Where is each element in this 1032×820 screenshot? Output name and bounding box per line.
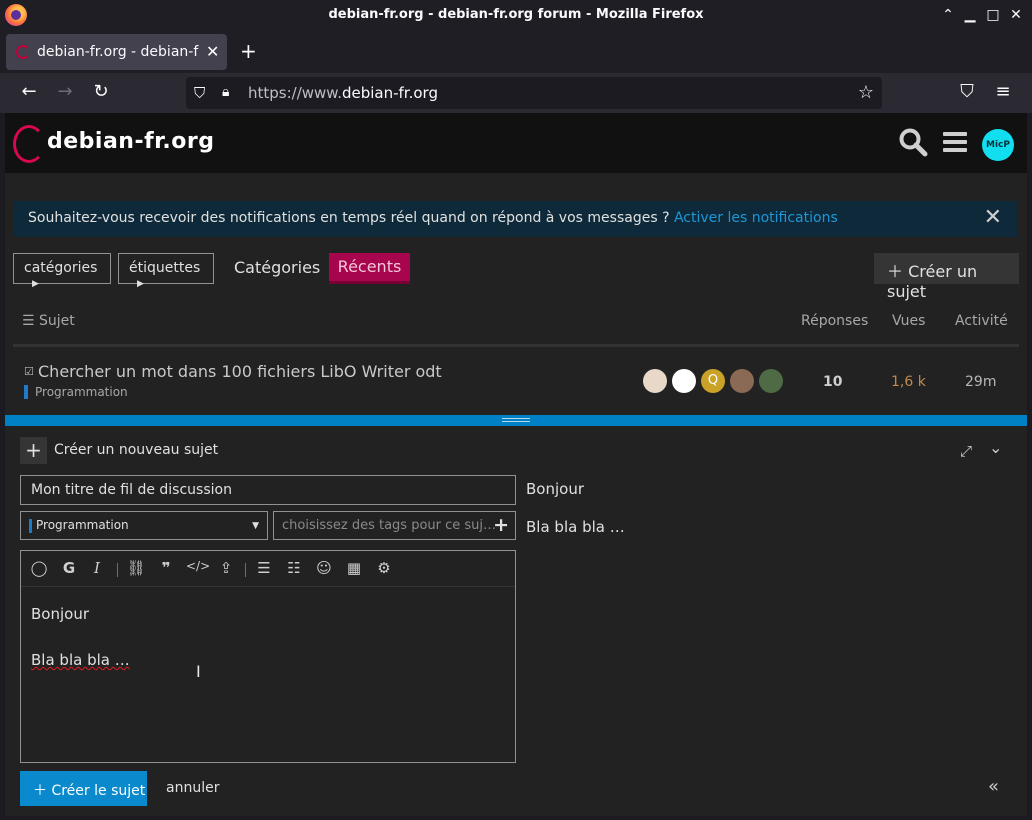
preview-line: Bla bla bla … xyxy=(526,518,625,536)
emoji-icon[interactable]: ☺ xyxy=(314,559,334,577)
browser-tab-active[interactable]: debian-fr.org - debian-fr.org forum ✕ xyxy=(6,34,227,70)
cancel-link[interactable]: annuler xyxy=(166,780,219,796)
browser-navbar: ← → ↻ ⛉ 🔒︎ https://www.debian-fr.org ☆ ⛉… xyxy=(0,73,1032,113)
topic-title-input[interactable]: Mon titre de fil de discussion xyxy=(20,475,516,505)
editor-body-line: Bonjour xyxy=(31,605,89,623)
site-logo[interactable]: debian-fr.org xyxy=(47,129,214,154)
column-header-views[interactable]: Vues xyxy=(892,313,925,329)
avatar[interactable] xyxy=(643,369,667,393)
close-icon[interactable]: ✕ xyxy=(984,205,1002,230)
url-bar[interactable]: ⛉ 🔒︎ https://www.debian-fr.org ☆ xyxy=(186,77,882,109)
chevron-down-icon[interactable]: ⌄ xyxy=(989,438,1002,457)
notification-banner: Souhaitez-vous recevoir des notification… xyxy=(13,201,1018,237)
column-header-subject[interactable]: ☰ Sujet xyxy=(22,313,75,329)
editor-body-line: Bla bla bla … xyxy=(31,651,130,669)
avatar[interactable]: Q xyxy=(701,369,725,393)
window-minimize-button[interactable]: ▁ xyxy=(961,6,979,24)
url-text[interactable]: https://www.debian-fr.org xyxy=(248,84,438,102)
topic-category-badge[interactable]: Programmation xyxy=(24,385,128,399)
tab-label: debian-fr.org - debian-fr.org forum xyxy=(37,44,199,60)
code-icon[interactable]: </> xyxy=(186,559,210,573)
plus-icon[interactable]: + xyxy=(493,514,509,536)
site-menu-icon[interactable] xyxy=(943,132,967,152)
user-avatar[interactable]: MicP xyxy=(982,129,1014,161)
avatar[interactable] xyxy=(759,369,783,393)
double-chevron-left-icon[interactable]: « xyxy=(988,776,999,797)
caret-right-icon: ▶ xyxy=(32,279,39,289)
bookmark-star-icon[interactable]: ☆ xyxy=(858,82,874,103)
plus-icon[interactable]: + xyxy=(20,437,47,464)
blockquote-icon[interactable]: ❞ xyxy=(156,559,176,577)
table-divider xyxy=(13,344,1019,347)
pocket-icon[interactable]: ⛉ xyxy=(955,81,979,102)
plus-icon: ＋ xyxy=(887,262,904,281)
tags-input[interactable]: choisissez des tags pour ce suj… + xyxy=(273,511,516,540)
column-header-activity[interactable]: Activité xyxy=(955,313,1008,329)
topic-activity[interactable]: 29m xyxy=(965,374,996,390)
new-tab-button[interactable]: + xyxy=(240,39,257,63)
caret-right-icon: ▶ xyxy=(137,279,144,289)
italic-icon[interactable]: I xyxy=(87,559,107,577)
upload-icon[interactable]: ⇪ xyxy=(216,559,236,577)
editor-toolbar: ◯ G I ⛓ ❞ </> ⇪ ☰ ☷ ☺ ▦ ⚙ xyxy=(21,551,515,587)
window-close-button[interactable]: ✕ xyxy=(1007,6,1025,24)
numbered-list-icon[interactable]: ☷ xyxy=(284,559,304,577)
calendar-icon[interactable]: ▦ xyxy=(344,559,364,577)
bullet-list-icon[interactable]: ☰ xyxy=(254,559,274,577)
list-icon: ☰ xyxy=(22,313,35,329)
nav-categories-link[interactable]: Catégories xyxy=(234,258,320,277)
link-icon[interactable]: ⛓ xyxy=(126,559,146,577)
topic-replies[interactable]: 10 xyxy=(823,374,842,390)
category-select[interactable]: Programmation ▼ xyxy=(20,511,268,540)
avatar[interactable] xyxy=(672,369,696,393)
topic-title-link[interactable]: Chercher un mot dans 100 fichiers LibO W… xyxy=(38,362,442,381)
categories-dropdown[interactable]: catégories▶ xyxy=(13,253,111,289)
tab-strip: debian-fr.org - debian-fr.org forum ✕ + xyxy=(0,31,1032,73)
tags-dropdown[interactable]: étiquettes▶ xyxy=(118,253,214,289)
topic-list-area: Souhaitez-vous recevoir des notification… xyxy=(5,174,1027,415)
composer-panel: + Créer un nouveau sujet ⤢ ⌄ Mon titre d… xyxy=(5,426,1027,816)
gear-icon[interactable]: ⚙ xyxy=(374,559,394,577)
create-topic-button[interactable]: ＋ Créer un sujet xyxy=(874,253,1019,301)
caret-down-icon: ▼ xyxy=(252,521,259,531)
composer-header-title: Créer un nouveau sujet xyxy=(54,442,219,458)
text-cursor-icon: I xyxy=(196,662,201,681)
tracking-shield-icon[interactable]: ⛉ xyxy=(194,84,205,102)
notification-text: Souhaitez-vous recevoir des notification… xyxy=(28,210,670,226)
debian-swirl-icon[interactable] xyxy=(13,125,45,163)
reload-icon[interactable]: ↻ xyxy=(89,81,113,102)
site-header: debian-fr.org MicP xyxy=(5,113,1027,174)
column-header-replies[interactable]: Réponses xyxy=(801,313,868,329)
window-title: debian-fr.org - debian-fr.org forum - Mo… xyxy=(328,7,704,22)
window-minimize-chevron-icon[interactable]: ⌃ xyxy=(939,6,957,24)
topic-views: 1,6 k xyxy=(891,374,926,390)
preview-line: Bonjour xyxy=(526,480,584,498)
debian-favicon-icon xyxy=(16,45,30,59)
window-titlebar: debian-fr.org - debian-fr.org forum - Mo… xyxy=(0,0,1032,31)
fullscreen-expand-icon[interactable]: ⤢ xyxy=(960,442,972,460)
lock-icon[interactable]: 🔒︎ xyxy=(222,84,229,100)
editor-textarea[interactable]: ◯ G I ⛓ ❞ </> ⇪ ☰ ☷ ☺ ▦ ⚙ Bonjour Bla bl… xyxy=(20,550,516,763)
avatar[interactable] xyxy=(730,369,754,393)
tab-close-icon[interactable]: ✕ xyxy=(206,42,219,61)
search-icon[interactable] xyxy=(898,127,928,157)
plus-icon: ＋ xyxy=(33,783,47,799)
composer-resize-handle[interactable] xyxy=(5,415,1027,426)
nav-recents-tab[interactable]: Récents xyxy=(329,253,410,284)
bold-icon[interactable]: G xyxy=(59,559,79,577)
window-maximize-button[interactable]: □ xyxy=(984,6,1002,24)
checkbox-icon: ☑ xyxy=(24,365,34,378)
forward-arrow-icon[interactable]: → xyxy=(53,81,77,102)
hamburger-menu-icon[interactable]: ≡ xyxy=(991,81,1015,102)
back-arrow-icon[interactable]: ← xyxy=(17,81,41,102)
quote-bubble-icon[interactable]: ◯ xyxy=(29,559,49,577)
enable-notifications-link[interactable]: Activer les notifications xyxy=(674,210,838,226)
create-topic-submit-button[interactable]: ＋ Créer le sujet xyxy=(20,771,147,806)
